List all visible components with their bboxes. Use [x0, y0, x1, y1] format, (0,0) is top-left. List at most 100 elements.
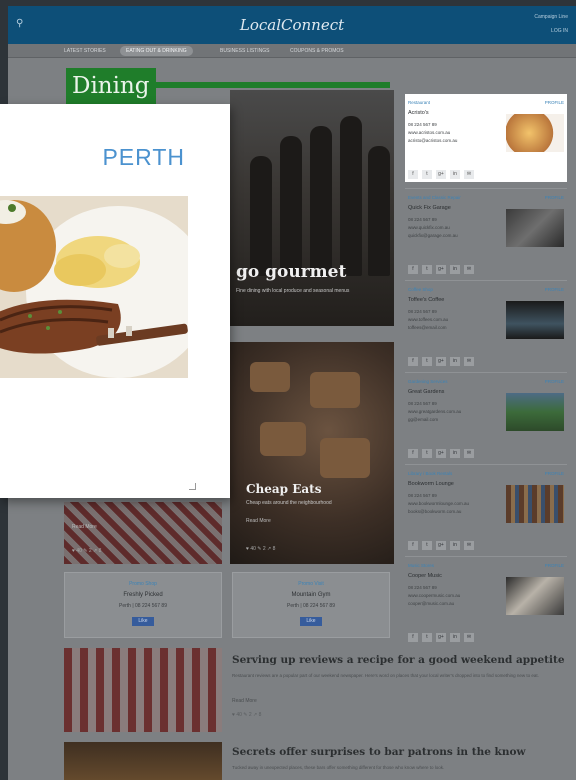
business-email[interactable]: toffees@email.com	[408, 325, 447, 330]
cheap-eats-photo[interactable]	[230, 342, 394, 564]
business-web[interactable]: www.greatgardens.com.au	[408, 409, 461, 414]
business-card[interactable]: Library / Book Rentals PROFILE Bookworm …	[405, 464, 567, 552]
business-card[interactable]: Coffee Shop PROFILE Toffee's Coffee 08 2…	[405, 280, 567, 368]
tab-eating-out[interactable]: EATING OUT & DRINKING	[120, 46, 193, 56]
googleplus-icon[interactable]: g+	[436, 541, 446, 550]
business-phone: 08 224 567 89	[408, 493, 437, 498]
tab-business-listings[interactable]: BUSINESS LISTINGS	[220, 46, 269, 56]
business-email[interactable]: gg@email.com	[408, 417, 438, 422]
tab-coupons[interactable]: COUPONS & PROMOS	[290, 46, 344, 56]
business-email[interactable]: books@bookworm.com.au	[408, 509, 461, 514]
twitter-icon[interactable]: t	[422, 265, 432, 274]
cheap-eats-read-more[interactable]: Read More	[246, 518, 271, 524]
email-icon[interactable]: ✉	[464, 265, 474, 274]
profile-link[interactable]: PROFILE	[545, 287, 564, 292]
left-feature-photo[interactable]	[64, 502, 222, 564]
like-button[interactable]: Like	[132, 617, 154, 626]
twitter-icon[interactable]: t	[422, 170, 432, 179]
tab-latest-stories[interactable]: LATEST STORIES	[64, 46, 106, 56]
story-title[interactable]: Secrets offer surprises to bar patrons i…	[232, 746, 526, 758]
business-web[interactable]: www.bookwormlounge.com.au	[408, 501, 469, 506]
linkedin-icon[interactable]: in	[450, 541, 460, 550]
business-card[interactable]: Music Stores PROFILE Cooper Music 08 224…	[405, 556, 567, 644]
email-icon[interactable]: ✉	[464, 357, 474, 366]
googleplus-icon[interactable]: g+	[436, 633, 446, 642]
story-photo-bar[interactable]	[64, 742, 222, 780]
linkedin-icon[interactable]: in	[450, 357, 460, 366]
business-name[interactable]: Quick Fix Garage	[408, 205, 451, 211]
promo-name[interactable]: Mountain Gym	[233, 592, 389, 598]
twitter-icon[interactable]: t	[422, 357, 432, 366]
business-web[interactable]: www.quickfix.com.au	[408, 225, 450, 230]
story-read-more[interactable]: Read More	[232, 698, 257, 704]
facebook-icon[interactable]: f	[408, 265, 418, 274]
hero-title[interactable]: go gourmet	[236, 262, 346, 282]
facebook-icon[interactable]: f	[408, 170, 418, 179]
business-phone: 08 224 567 89	[408, 122, 437, 127]
promo-name[interactable]: Freshly Picked	[65, 592, 221, 598]
story-photo-restaurant[interactable]	[64, 648, 222, 732]
business-phone: 08 224 567 89	[408, 309, 437, 314]
business-category: Restaurant	[408, 100, 431, 105]
resize-handle-icon[interactable]	[189, 483, 196, 490]
facebook-icon[interactable]: f	[408, 449, 418, 458]
googleplus-icon[interactable]: g+	[436, 449, 446, 458]
business-name[interactable]: Toffee's Coffee	[408, 297, 444, 303]
email-icon[interactable]: ✉	[464, 541, 474, 550]
city-popup[interactable]: PERTH	[0, 104, 230, 498]
story-title[interactable]: Serving up reviews a recipe for a good w…	[232, 654, 565, 666]
email-icon[interactable]: ✉	[464, 170, 474, 179]
business-email[interactable]: acristo@acristos.com.au	[408, 138, 457, 143]
social-links: f t g+ in ✉	[408, 349, 478, 367]
googleplus-icon[interactable]: g+	[436, 170, 446, 179]
facebook-icon[interactable]: f	[408, 357, 418, 366]
like-button[interactable]: Like	[300, 617, 322, 626]
site-logo[interactable]: LocalConnect	[8, 16, 576, 34]
business-web[interactable]: www.acristos.com.au	[408, 130, 450, 135]
promo-card[interactable]: Promo Shop Freshly Picked Perth | 08 224…	[64, 572, 222, 638]
left-read-more[interactable]: Read More	[72, 524, 97, 530]
social-links: f t g+ in ✉	[408, 533, 478, 551]
twitter-icon[interactable]: t	[422, 633, 432, 642]
email-icon[interactable]: ✉	[464, 633, 474, 642]
social-links: f t g+ in ✉	[408, 257, 478, 275]
cheap-eats-title[interactable]: Cheap Eats	[246, 482, 321, 496]
campaign-link[interactable]: Campaign Line	[534, 10, 568, 24]
story-body: Restaurant reviews are a popular part of…	[232, 673, 539, 678]
business-name[interactable]: Great Gardens	[408, 389, 444, 395]
linkedin-icon[interactable]: in	[450, 170, 460, 179]
business-card[interactable]: Gardening Services PROFILE Great Gardens…	[405, 372, 567, 460]
googleplus-icon[interactable]: g+	[436, 265, 446, 274]
login-link[interactable]: LOG IN	[534, 24, 568, 38]
profile-link[interactable]: PROFILE	[545, 195, 564, 200]
profile-link[interactable]: PROFILE	[545, 100, 564, 105]
promo-card[interactable]: Promo Visit Mountain Gym Perth | 08 224 …	[232, 572, 390, 638]
business-card[interactable]: Restaurant PROFILE Acristo's 08 224 567 …	[405, 94, 567, 182]
business-category: Events and Classic Repair	[408, 195, 461, 200]
business-email[interactable]: cooper@music.com.au	[408, 601, 454, 606]
business-email[interactable]: quickfix@garage.com.au	[408, 233, 458, 238]
business-web[interactable]: www.toffees.com.au	[408, 317, 448, 322]
twitter-icon[interactable]: t	[422, 541, 432, 550]
twitter-icon[interactable]: t	[422, 449, 432, 458]
facebook-icon[interactable]: f	[408, 633, 418, 642]
business-category: Gardening Services	[408, 379, 448, 384]
cheap-eats-stats: ♥ 40 ✎ 2 ↗ 8	[246, 546, 276, 552]
business-phone: 08 224 567 89	[408, 585, 437, 590]
profile-link[interactable]: PROFILE	[545, 379, 564, 384]
bookshelf-photo	[506, 485, 564, 523]
business-name[interactable]: Cooper Music	[408, 573, 442, 579]
business-web[interactable]: www.coopermusic.com.au	[408, 593, 460, 598]
guitar-photo	[506, 577, 564, 615]
profile-link[interactable]: PROFILE	[545, 471, 564, 476]
email-icon[interactable]: ✉	[464, 449, 474, 458]
googleplus-icon[interactable]: g+	[436, 357, 446, 366]
business-name[interactable]: Bookworm Lounge	[408, 481, 454, 487]
profile-link[interactable]: PROFILE	[545, 563, 564, 568]
linkedin-icon[interactable]: in	[450, 265, 460, 274]
facebook-icon[interactable]: f	[408, 541, 418, 550]
business-card[interactable]: Events and Classic Repair PROFILE Quick …	[405, 188, 567, 276]
linkedin-icon[interactable]: in	[450, 449, 460, 458]
business-name[interactable]: Acristo's	[408, 110, 429, 116]
linkedin-icon[interactable]: in	[450, 633, 460, 642]
